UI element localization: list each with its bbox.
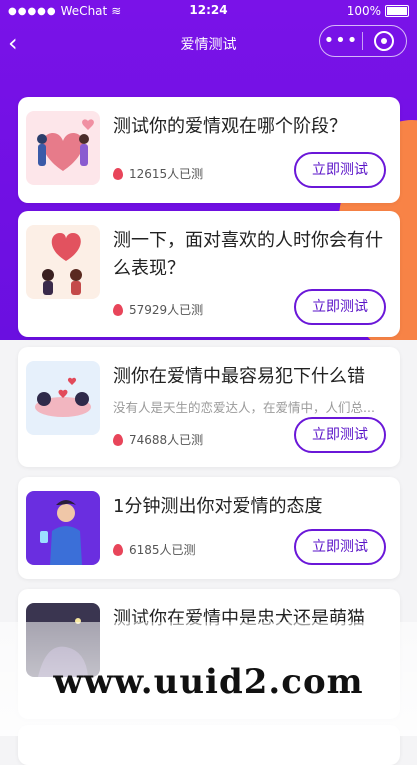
card-title: 1分钟测出你对爱情的态度 <box>113 496 323 517</box>
fire-icon <box>113 167 123 180</box>
participant-count: 12615人已测 <box>113 165 203 182</box>
status-bar: ●●●●● WeChat ≋ 12:24 100% <box>0 0 417 22</box>
participant-count-text: 57929人已测 <box>129 303 204 317</box>
battery-icon <box>385 5 409 17</box>
fire-icon <box>113 433 123 446</box>
test-card[interactable]: 测一下，面对喜欢的人时你会有什么表现？ 57929人已测 立即测试 <box>18 211 400 337</box>
test-card[interactable]: 测试你的爱情观在哪个阶段？ 12615人已测 立即测试 <box>18 97 400 203</box>
test-card[interactable]: 1分钟测出你对爱情的态度 6185人已测 立即测试 <box>18 477 400 579</box>
card-thumbnail-image <box>26 491 100 565</box>
mini-program-capsule: ••• <box>319 25 407 57</box>
card-thumbnail-image <box>26 111 100 185</box>
participant-count-text: 74688人已测 <box>129 433 204 447</box>
fire-icon <box>113 303 123 316</box>
card-title: 测试你的爱情观在哪个阶段？ <box>113 116 347 137</box>
card-title: 测一下，面对喜欢的人时你会有什么表现？ <box>113 230 383 279</box>
card-title: 测你在爱情中最容易犯下什么错 <box>113 366 365 387</box>
participant-count-text: 6185人已测 <box>129 543 196 557</box>
battery-percent: 100% <box>346 4 381 18</box>
start-test-button[interactable]: 立即测试 <box>294 529 386 565</box>
more-dots-icon[interactable]: ••• <box>320 26 362 56</box>
participant-count: 74688人已测 <box>113 431 203 448</box>
test-card[interactable]: 测你在爱情中最容易犯下什么错 没有人是天生的恋爱达人，在爱情中，人们总... 7… <box>18 347 400 467</box>
watermark-text: www.uuid2.com <box>53 662 364 702</box>
start-test-button[interactable]: 立即测试 <box>294 152 386 188</box>
participant-count-text: 12615人已测 <box>129 167 204 181</box>
nav-bar: ‹ 爱情测试 ••• <box>0 22 417 66</box>
card-thumbnail-image <box>26 225 100 299</box>
participant-count: 6185人已测 <box>113 541 196 558</box>
participant-count: 57929人已测 <box>113 301 203 318</box>
card-thumbnail-image <box>26 361 100 435</box>
card-description: 没有人是天生的恋爱达人，在爱情中，人们总... <box>113 400 375 415</box>
close-target-icon[interactable] <box>363 26 405 56</box>
start-test-button[interactable]: 立即测试 <box>294 289 386 325</box>
fire-icon <box>113 543 123 556</box>
start-test-button[interactable]: 立即测试 <box>294 417 386 453</box>
